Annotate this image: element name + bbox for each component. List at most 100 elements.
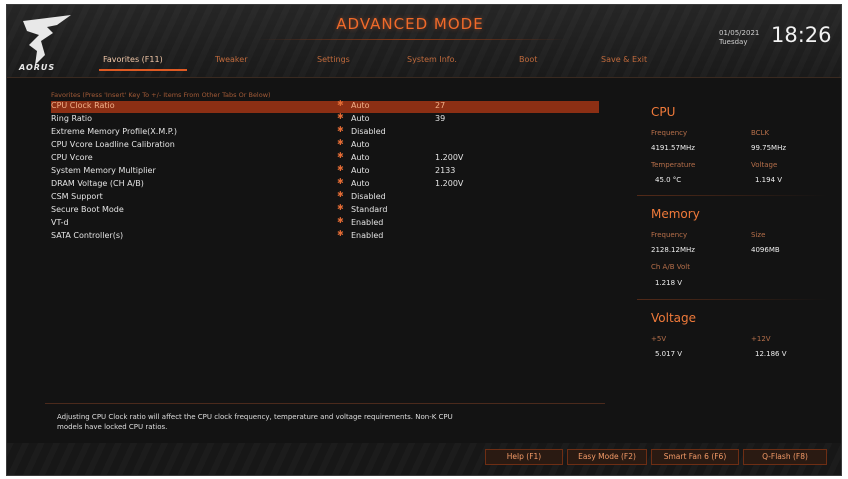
section-divider (637, 299, 827, 300)
setting-row-secure-boot[interactable]: Secure Boot Mode ✱ Standard (51, 203, 599, 217)
hardware-monitor-panel: CPU Frequency BCLK 4191.57MHz 99.75MHz T… (613, 85, 839, 415)
cpu-section: CPU Frequency BCLK 4191.57MHz 99.75MHz T… (613, 105, 839, 195)
star-marker-icon: ✱ (337, 216, 344, 225)
tab-tweaker[interactable]: Tweaker (215, 55, 248, 71)
setting-name: CSM Support (51, 192, 103, 201)
cpu-temperature-value: 45.0 °C (655, 176, 682, 184)
memory-volt-value: 1.218 V (655, 279, 683, 287)
title-divider (257, 39, 567, 40)
cpu-voltage-label: Voltage (751, 161, 778, 169)
active-tab-indicator (99, 69, 187, 71)
star-marker-icon: ✱ (337, 177, 344, 186)
voltage-section: Voltage +5V +12V 5.017 V 12.186 V (613, 311, 839, 371)
setting-extra-value: 2133 (435, 166, 456, 175)
cpu-bclk-label: BCLK (751, 129, 770, 137)
setting-extra-value: 27 (435, 101, 446, 110)
voltage-5v-value: 5.017 V (655, 350, 683, 358)
help-box: Adjusting CPU Clock ratio will affect th… (45, 403, 605, 440)
favorites-hint: Favorites (Press 'Insert' Key To +/- Ite… (51, 91, 271, 99)
setting-name: CPU Vcore Loadline Calibration (51, 140, 175, 149)
setting-extra-value: 39 (435, 114, 446, 123)
setting-name: VT-d (51, 218, 69, 227)
setting-name: DRAM Voltage (CH A/B) (51, 179, 144, 188)
brand-logo-text: AORUS (19, 63, 56, 72)
star-marker-icon: ✱ (337, 138, 344, 147)
cpu-frequency-value: 4191.57MHz (651, 144, 695, 152)
tab-settings[interactable]: Settings (317, 55, 350, 71)
cpu-bclk-value: 99.75MHz (751, 144, 787, 152)
setting-value: Auto (351, 101, 370, 110)
setting-value: Standard (351, 205, 388, 214)
setting-row-sata-controllers[interactable]: SATA Controller(s) ✱ Enabled (51, 229, 599, 243)
setting-value: Enabled (351, 231, 384, 240)
favorites-panel: Favorites (Press 'Insert' Key To +/- Ite… (45, 85, 605, 415)
tab-boot[interactable]: Boot (519, 55, 537, 71)
setting-row-ring-ratio[interactable]: Ring Ratio ✱ Auto 39 (51, 112, 599, 126)
bios-window: AORUS ADVANCED MODE Favorites (F11) Twea… (6, 4, 842, 476)
voltage-12v-value: 12.186 V (755, 350, 787, 358)
section-divider (637, 195, 827, 196)
setting-row-vtd[interactable]: VT-d ✱ Enabled (51, 216, 599, 230)
day-text: Tuesday (719, 38, 748, 46)
memory-size-label: Size (751, 231, 766, 239)
setting-row-vcore-loadline[interactable]: CPU Vcore Loadline Calibration ✱ Auto (51, 138, 599, 152)
help-text: Adjusting CPU Clock ratio will affect th… (57, 413, 453, 431)
setting-name: SATA Controller(s) (51, 231, 124, 240)
smart-fan-button[interactable]: Smart Fan 6 (F6) (651, 449, 739, 465)
memory-size-value: 4096MB (751, 246, 780, 254)
setting-value: Auto (351, 166, 370, 175)
setting-value: Auto (351, 140, 370, 149)
setting-extra-value: 1.200V (435, 179, 464, 188)
voltage-title: Voltage (651, 311, 697, 325)
star-marker-icon: ✱ (337, 190, 344, 199)
voltage-12v-label: +12V (751, 335, 771, 343)
setting-name: Secure Boot Mode (51, 205, 124, 214)
star-marker-icon: ✱ (337, 151, 344, 160)
star-marker-icon: ✱ (337, 229, 344, 238)
setting-name: Extreme Memory Profile(X.M.P.) (51, 127, 178, 136)
tab-save-exit[interactable]: Save & Exit (601, 55, 647, 71)
star-marker-icon: ✱ (337, 125, 344, 134)
memory-section: Memory Frequency Size 2128.12MHz 4096MB … (613, 207, 839, 297)
date-text: 01/05/2021 (719, 29, 760, 37)
memory-title: Memory (651, 207, 700, 221)
setting-row-xmp[interactable]: Extreme Memory Profile(X.M.P.) ✱ Disable… (51, 125, 599, 139)
top-bar: AORUS ADVANCED MODE Favorites (F11) Twea… (7, 5, 841, 78)
cpu-temperature-label: Temperature (651, 161, 696, 169)
memory-frequency-label: Frequency (651, 231, 688, 239)
cpu-frequency-label: Frequency (651, 129, 688, 137)
cpu-voltage-value: 1.194 V (755, 176, 783, 184)
setting-value: Enabled (351, 218, 384, 227)
memory-frequency-value: 2128.12MHz (651, 246, 695, 254)
help-button[interactable]: Help (F1) (485, 449, 563, 465)
mode-title: ADVANCED MODE (336, 15, 484, 33)
setting-value: Disabled (351, 192, 386, 201)
clock-time: 18:26 (771, 23, 832, 47)
setting-name: System Memory Multiplier (51, 166, 156, 175)
setting-value: Auto (351, 114, 370, 123)
tab-system-info[interactable]: System Info. (407, 55, 457, 71)
setting-row-cpu-clock-ratio[interactable]: CPU Clock Ratio ✱ Auto 27 (51, 99, 599, 113)
easy-mode-button[interactable]: Easy Mode (F2) (567, 449, 647, 465)
star-marker-icon: ✱ (337, 112, 344, 121)
star-marker-icon: ✱ (337, 164, 344, 173)
setting-row-memory-multiplier[interactable]: System Memory Multiplier ✱ Auto 2133 (51, 164, 599, 178)
setting-value: Auto (351, 153, 370, 162)
qflash-button[interactable]: Q-Flash (F8) (743, 449, 827, 465)
setting-row-dram-voltage[interactable]: DRAM Voltage (CH A/B) ✱ Auto 1.200V (51, 177, 599, 191)
setting-name: CPU Vcore (51, 153, 93, 162)
date-display: 01/05/2021 Tuesday (719, 29, 759, 47)
setting-value: Disabled (351, 127, 386, 136)
voltage-5v-label: +5V (651, 335, 667, 343)
memory-volt-label: Ch A/B Volt (651, 263, 690, 271)
setting-name: Ring Ratio (51, 114, 93, 123)
cpu-title: CPU (651, 105, 676, 119)
setting-extra-value: 1.200V (435, 153, 464, 162)
star-marker-icon: ✱ (337, 99, 344, 108)
setting-value: Auto (351, 179, 370, 188)
setting-row-csm-support[interactable]: CSM Support ✱ Disabled (51, 190, 599, 204)
bottom-bar: Help (F1) Easy Mode (F2) Smart Fan 6 (F6… (7, 443, 841, 475)
setting-name: CPU Clock Ratio (51, 101, 115, 110)
setting-row-cpu-vcore[interactable]: CPU Vcore ✱ Auto 1.200V (51, 151, 599, 165)
star-marker-icon: ✱ (337, 203, 344, 212)
